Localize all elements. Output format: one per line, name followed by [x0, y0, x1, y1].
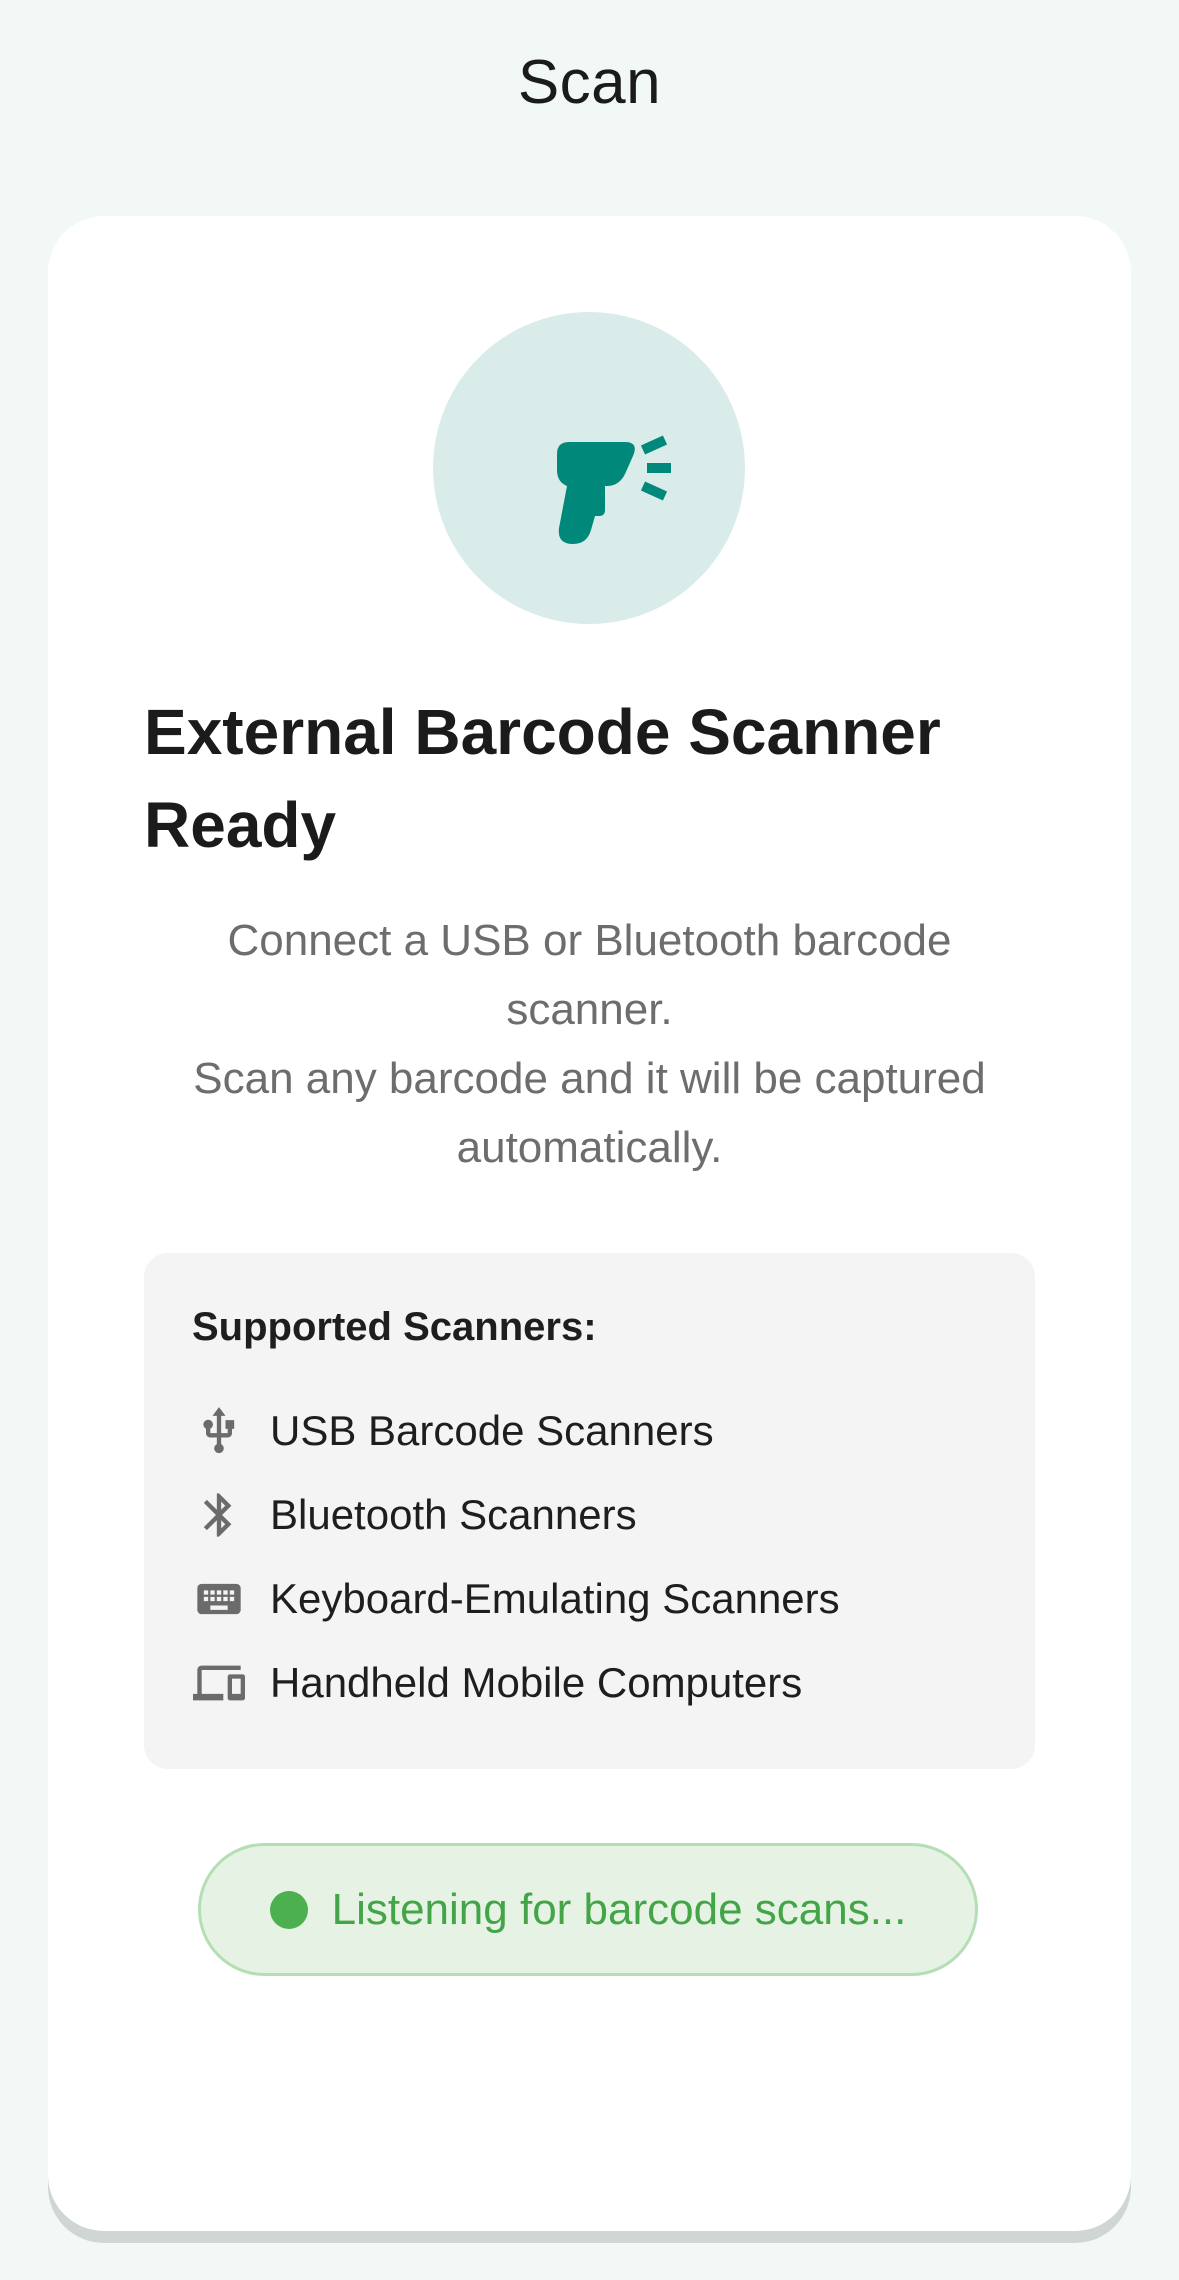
list-item: Handheld Mobile Computers	[192, 1641, 840, 1725]
status-badge: Listening for barcode scans...	[198, 1843, 978, 1976]
hero-badge	[433, 312, 745, 624]
scanner-type-label: Bluetooth Scanners	[270, 1491, 637, 1538]
list-item: Keyboard-Emulating Scanners	[192, 1557, 840, 1641]
scanner-type-label: Handheld Mobile Computers	[270, 1659, 803, 1706]
scanner-type-label: USB Barcode Scanners	[270, 1407, 714, 1454]
devices-icon	[192, 1656, 246, 1710]
status-text: Listening for barcode scans...	[331, 1884, 907, 1934]
app-bar: Scan	[0, 0, 1179, 165]
scanner-type-label: Keyboard-Emulating Scanners	[270, 1575, 840, 1622]
status-indicator-dot	[269, 1890, 308, 1929]
headline: External Barcode Scanner Ready	[144, 696, 941, 861]
scanner-card: External Barcode Scanner Ready Connect a…	[48, 216, 1131, 2231]
description: Connect a USB or Bluetooth barcode scann…	[144, 906, 1035, 1182]
supported-scanners-list: USB Barcode Scanners Bluetooth Scanners …	[192, 1389, 840, 1725]
description-line-1: Connect a USB or Bluetooth barcode scann…	[227, 916, 952, 1034]
supported-scanners-title: Supported Scanners:	[192, 1305, 597, 1349]
usb-icon	[192, 1404, 246, 1458]
barcode-scanner-icon	[557, 435, 671, 544]
keyboard-icon	[192, 1572, 246, 1626]
description-line-2: Scan any barcode and it will be captured…	[193, 1054, 986, 1172]
supported-scanners-panel: Supported Scanners: USB Barcode Scanners…	[144, 1253, 1035, 1769]
list-item: USB Barcode Scanners	[192, 1389, 840, 1473]
bluetooth-icon	[192, 1488, 246, 1542]
list-item: Bluetooth Scanners	[192, 1473, 840, 1557]
page-title: Scan	[517, 48, 662, 117]
